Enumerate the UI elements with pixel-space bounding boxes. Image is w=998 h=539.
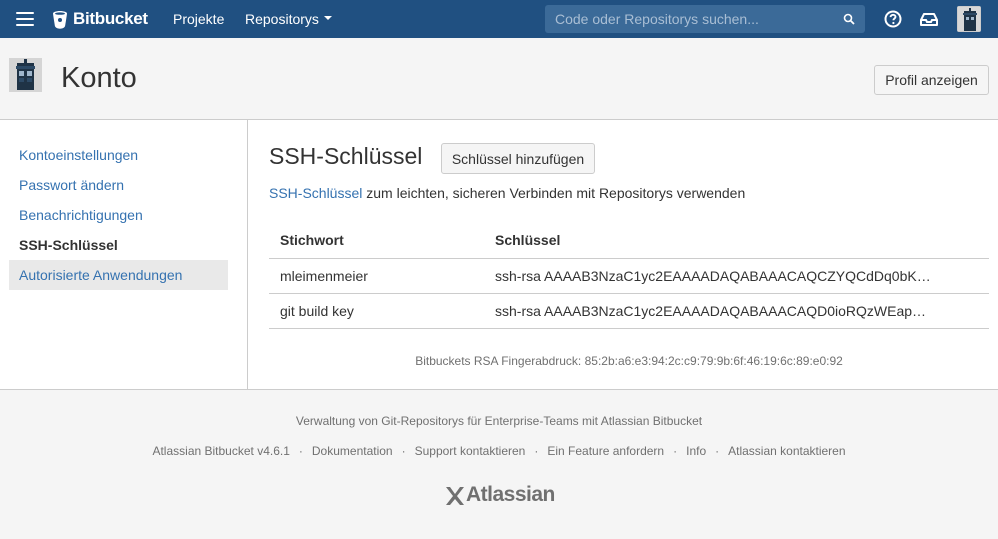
footer-separator: ·	[401, 444, 406, 458]
footer-tagline: Verwaltung von Git-Repositorys für Enter…	[295, 414, 703, 428]
ssh-keys-help-link[interactable]: SSH-Schlüssel	[269, 185, 362, 201]
search-icon[interactable]	[843, 13, 855, 25]
tardis-avatar-icon	[958, 7, 980, 31]
page-header: Konto Profil anzeigen	[0, 38, 998, 120]
key-label-cell: mleimenmeier	[269, 258, 484, 294]
tardis-avatar-icon	[9, 58, 42, 92]
atlassian-icon	[446, 487, 464, 505]
top-nav-bar: Bitbucket Projekte Repositorys	[0, 0, 998, 38]
table-header-row: Stichwort Schlüssel	[269, 222, 989, 259]
footer: Verwaltung von Git-Repositorys für Enter…	[0, 391, 998, 539]
section-title: SSH-Schlüssel	[269, 143, 423, 169]
sidebar-item-account-settings[interactable]: Kontoeinstellungen	[9, 140, 228, 170]
footer-separator: ·	[715, 444, 720, 458]
sidebar-item-notifications[interactable]: Benachrichtigungen	[9, 200, 228, 230]
table-row[interactable]: mleimenmeier ssh-rsa AAAAB3NzaC1yc2EAAAA…	[269, 258, 989, 294]
footer-feature-request-link[interactable]: Ein Feature anfordern	[547, 444, 664, 458]
table-row[interactable]: git build key ssh-rsa AAAAB3NzaC1yc2EAAA…	[269, 293, 989, 329]
help-icon[interactable]	[884, 10, 902, 28]
inbox-icon[interactable]	[920, 10, 938, 28]
description-text: zum leichten, sicheren Verbinden mit Rep…	[362, 185, 746, 201]
key-value-cell: ssh-rsa AAAAB3NzaC1yc2EAAAADAQABAAACAQCZ…	[484, 258, 989, 294]
atlassian-wordmark: Atlassian	[466, 483, 555, 506]
ssh-keys-section: SSH-Schlüssel Schlüssel hinzufügen SSH-S…	[269, 120, 989, 390]
key-label-cell: git build key	[269, 293, 484, 329]
nav-repositories-label: Repositorys	[245, 11, 319, 27]
sidebar-item-ssh-keys[interactable]: SSH-Schlüssel	[9, 230, 228, 260]
account-sidebar: Kontoeinstellungen Passwort ändern Benac…	[0, 120, 248, 390]
menu-icon[interactable]	[16, 12, 34, 26]
footer-support-link[interactable]: Support kontaktieren	[415, 444, 526, 458]
key-value-cell: ssh-rsa AAAAB3NzaC1yc2EAAAADAQABAAACAQD0…	[484, 293, 989, 329]
column-header-key: Schlüssel	[484, 222, 989, 259]
footer-version-link[interactable]: Atlassian Bitbucket v4.6.1	[152, 444, 289, 458]
footer-separator: ·	[298, 444, 303, 458]
chevron-down-icon	[323, 16, 332, 21]
nav-repositories-dropdown[interactable]: Repositorys	[245, 11, 332, 27]
add-key-button[interactable]: Schlüssel hinzufügen	[441, 143, 595, 174]
account-avatar	[9, 58, 42, 92]
nav-projects-link[interactable]: Projekte	[173, 11, 224, 27]
search-box	[545, 5, 865, 33]
footer-separator: ·	[673, 444, 678, 458]
sidebar-item-change-password[interactable]: Passwort ändern	[9, 170, 228, 200]
brand-logo[interactable]: Bitbucket	[52, 8, 148, 30]
sidebar-item-authorized-apps[interactable]: Autorisierte Anwendungen	[9, 260, 228, 290]
brand-name: Bitbucket	[73, 9, 148, 28]
rsa-fingerprint: Bitbuckets RSA Fingerabdruck: 85:2b:a6:e…	[415, 354, 843, 368]
search-input[interactable]	[545, 5, 865, 33]
footer-contact-link[interactable]: Atlassian kontaktieren	[728, 444, 845, 458]
bitbucket-icon	[53, 10, 67, 29]
content-panel: Kontoeinstellungen Passwort ändern Benac…	[0, 120, 998, 390]
page-title: Konto	[61, 62, 137, 94]
footer-docs-link[interactable]: Dokumentation	[312, 444, 393, 458]
footer-separator: ·	[534, 444, 539, 458]
footer-info-link[interactable]: Info	[686, 444, 706, 458]
view-profile-button[interactable]: Profil anzeigen	[874, 65, 989, 95]
user-avatar[interactable]	[957, 6, 981, 32]
atlassian-logo[interactable]: Atlassian	[444, 483, 555, 507]
column-header-label: Stichwort	[269, 222, 484, 259]
ssh-keys-table: Stichwort Schlüssel mleimenmeier ssh-rsa…	[269, 222, 989, 329]
section-description: SSH-Schlüssel zum leichten, sicheren Ver…	[269, 185, 745, 201]
footer-links: Atlassian Bitbucket v4.6.1 · Dokumentation…	[0, 444, 998, 458]
